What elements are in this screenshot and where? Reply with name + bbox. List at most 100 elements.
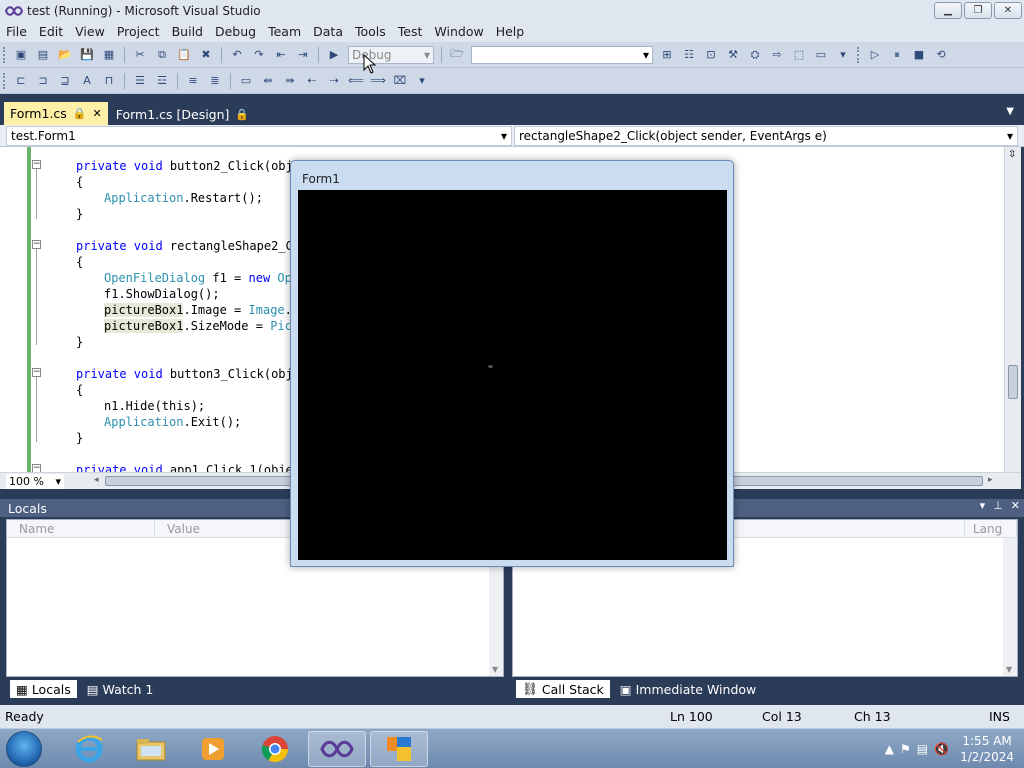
scroll-left-icon[interactable]: ◂ xyxy=(94,475,99,485)
internet-explorer-icon[interactable] xyxy=(60,731,118,767)
open-file-icon[interactable]: 📂 xyxy=(56,47,74,63)
find-combo[interactable]: ▾ xyxy=(471,45,653,64)
properties-icon[interactable]: ☷ xyxy=(680,47,698,63)
stop-debugging-icon[interactable]: ■ xyxy=(910,47,928,63)
solution-configuration-combo[interactable]: Debug ▾ xyxy=(348,45,434,64)
scroll-right-icon[interactable]: ▸ xyxy=(988,475,993,485)
extension-manager-icon[interactable]: ⬚ xyxy=(790,47,808,63)
tab-form1-cs[interactable]: Form1.cs 🔒 ✕ xyxy=(4,102,108,125)
minimize-button[interactable]: ▁ xyxy=(934,2,962,19)
menu-team[interactable]: Team xyxy=(262,22,307,42)
scroll-down-icon[interactable]: ▼ xyxy=(492,665,498,674)
column-header-name[interactable]: Name xyxy=(7,520,155,537)
navigate-forward-icon[interactable]: ⇥ xyxy=(294,47,312,63)
media-player-icon[interactable] xyxy=(184,731,242,767)
navigate-backward-icon[interactable]: ⇤ xyxy=(272,47,290,63)
previous-bookmark-icon[interactable]: ⇚ xyxy=(259,73,277,89)
visual-studio-taskbar-icon[interactable] xyxy=(308,731,366,767)
break-all-icon[interactable]: ⏸ xyxy=(888,47,906,63)
redo-icon[interactable]: ↷ xyxy=(250,47,268,63)
menu-view[interactable]: View xyxy=(69,22,111,42)
next-bookmark-document-icon[interactable]: ⟹ xyxy=(369,73,387,89)
start-debugging-icon[interactable]: ▶ xyxy=(325,47,343,63)
copy-icon[interactable]: ⧉ xyxy=(153,47,171,63)
paste-icon[interactable]: 📋 xyxy=(175,47,193,63)
pin-icon[interactable]: ⊥ xyxy=(993,499,1003,512)
close-button[interactable]: ✕ xyxy=(994,2,1022,19)
outdent-icon[interactable]: ☲ xyxy=(153,73,171,89)
menu-project[interactable]: Project xyxy=(111,22,166,42)
undo-icon[interactable]: ↶ xyxy=(228,47,246,63)
continue-icon[interactable]: ▷ xyxy=(866,47,884,63)
running-form-taskbar-icon[interactable] xyxy=(370,731,428,767)
toolbar-grip[interactable] xyxy=(3,46,7,63)
outline-collapse-icon[interactable]: − xyxy=(32,240,41,249)
start-button[interactable] xyxy=(6,731,42,767)
menu-window[interactable]: Window xyxy=(428,22,489,42)
align-lefts-icon[interactable]: ⊏ xyxy=(12,73,30,89)
menu-test[interactable]: Test xyxy=(392,22,429,42)
menu-tools[interactable]: Tools xyxy=(349,22,392,42)
action-center-icon[interactable]: ⚑ xyxy=(900,742,911,756)
volume-muted-icon[interactable]: 🔇 xyxy=(934,742,949,756)
clock[interactable]: 1:55 AM 1/2/2024 xyxy=(960,733,1014,765)
object-browser-icon[interactable]: ⊡ xyxy=(702,47,720,63)
toolbar-options-icon[interactable]: ▾ xyxy=(413,73,431,89)
cut-icon[interactable]: ✂ xyxy=(131,47,149,63)
class-combo[interactable]: test.Form1 ▾ xyxy=(6,126,512,146)
align-tops-icon[interactable]: ⊓ xyxy=(100,73,118,89)
previous-bookmark-document-icon[interactable]: ⟸ xyxy=(347,73,365,89)
column-header-lang[interactable]: Lang xyxy=(965,520,1017,537)
editor-vertical-scrollbar[interactable]: ⇳ xyxy=(1004,147,1021,472)
add-item-icon[interactable]: ▤ xyxy=(34,47,52,63)
new-project-icon[interactable]: ▣ xyxy=(12,47,30,63)
solution-explorer-icon[interactable]: ⊞ xyxy=(658,47,676,63)
save-all-icon[interactable]: ▦ xyxy=(100,47,118,63)
align-rights-icon[interactable]: ⊒ xyxy=(56,73,74,89)
indent-icon[interactable]: ☰ xyxy=(131,73,149,89)
menu-build[interactable]: Build xyxy=(166,22,209,42)
maximize-button[interactable]: ❐ xyxy=(964,2,992,19)
delete-icon[interactable]: ✖ xyxy=(197,47,215,63)
scroll-down-icon[interactable]: ▼ xyxy=(1006,665,1012,674)
menu-file[interactable]: File xyxy=(0,22,33,42)
chrome-icon[interactable] xyxy=(246,731,304,767)
form1-window[interactable]: Form1 xyxy=(290,160,734,567)
uncomment-icon[interactable]: ≣ xyxy=(206,73,224,89)
window-position-icon[interactable]: ▾ xyxy=(980,499,986,512)
start-page-icon[interactable]: ⇨ xyxy=(768,47,786,63)
toolbar-options-icon[interactable]: ▾ xyxy=(834,47,852,63)
comment-icon[interactable]: ≡ xyxy=(184,73,202,89)
network-icon[interactable]: ▤ xyxy=(917,742,928,756)
next-bookmark-folder-icon[interactable]: ⇢ xyxy=(325,73,343,89)
tab-watch-1[interactable]: ▤ Watch 1 xyxy=(81,680,160,698)
tab-locals[interactable]: ▦ Locals xyxy=(10,680,77,698)
toolbox-icon[interactable]: ⚒ xyxy=(724,47,742,63)
close-tab-icon[interactable]: ✕ xyxy=(93,107,102,120)
close-panel-icon[interactable]: ✕ xyxy=(1011,499,1020,512)
scroll-thumb[interactable] xyxy=(1008,365,1018,399)
menu-edit[interactable]: Edit xyxy=(33,22,69,42)
zoom-combo[interactable]: 100 % ▾ xyxy=(6,473,64,489)
menu-debug[interactable]: Debug xyxy=(209,22,262,42)
previous-bookmark-folder-icon[interactable]: ⇠ xyxy=(303,73,321,89)
menu-data[interactable]: Data xyxy=(307,22,349,42)
active-files-dropdown-icon[interactable]: ▼ xyxy=(1006,106,1014,117)
file-explorer-icon[interactable] xyxy=(122,731,180,767)
outline-collapse-icon[interactable]: − xyxy=(32,160,41,169)
save-icon[interactable]: 💾 xyxy=(78,47,96,63)
team-explorer-icon[interactable]: ⛭ xyxy=(746,47,764,63)
toggle-bookmark-icon[interactable]: ▭ xyxy=(237,73,255,89)
restart-icon[interactable]: ⟲ xyxy=(932,47,950,63)
menu-help[interactable]: Help xyxy=(490,22,531,42)
text-format-icon[interactable]: A xyxy=(78,73,96,89)
outline-collapse-icon[interactable]: − xyxy=(32,464,41,472)
next-bookmark-icon[interactable]: ⇛ xyxy=(281,73,299,89)
align-centers-icon[interactable]: ⊐ xyxy=(34,73,52,89)
clear-bookmarks-icon[interactable]: ⌧ xyxy=(391,73,409,89)
tab-immediate-window[interactable]: ▣ Immediate Window xyxy=(614,680,762,698)
callstack-scrollbar[interactable]: ▼ xyxy=(1003,538,1017,676)
show-hidden-icons-icon[interactable]: ▲ xyxy=(885,742,894,756)
tab-form1-design[interactable]: Form1.cs [Design] 🔒 xyxy=(110,103,255,125)
form1-picture-area[interactable] xyxy=(298,190,727,560)
